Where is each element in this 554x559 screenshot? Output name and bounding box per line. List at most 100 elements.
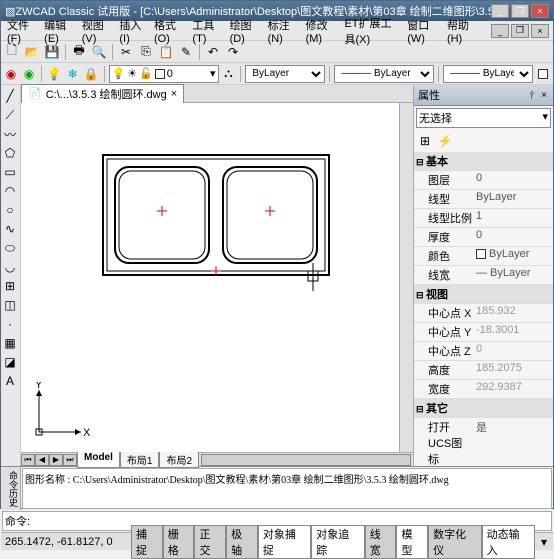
prop-row[interactable]: 打开UCS图标是 [414, 418, 553, 466]
cut-icon[interactable]: ✂ [117, 43, 135, 61]
layer-mgr-icon[interactable]: ◉ [3, 65, 19, 83]
lineweight-select[interactable]: ——— ByLayer [443, 65, 533, 83]
rect-icon[interactable]: ▭ [1, 163, 19, 181]
preview-icon[interactable]: 🔍 [90, 43, 108, 61]
prop-category[interactable]: 视图 [414, 285, 553, 304]
props-tool1-icon[interactable]: ⊞ [416, 132, 434, 150]
undo-icon[interactable]: ↶ [204, 43, 222, 61]
doc-restore-button[interactable]: ❐ [511, 24, 529, 38]
freeze-icon[interactable]: ❄ [65, 65, 81, 83]
tab-layout2[interactable]: 布局2 [159, 451, 199, 468]
menu-help[interactable]: 帮助(H) [445, 17, 475, 45]
prop-row[interactable]: 中心点 Y-18.3001 [414, 323, 553, 342]
prop-row[interactable]: 中心点 Z0 [414, 342, 553, 361]
menu-window[interactable]: 窗口(W) [405, 17, 437, 45]
tab-nav-prev[interactable]: ◀ [35, 454, 49, 466]
draw-toolbar: ╱ ⟋ 〰 ⬠ ▭ ◠ ○ ∿ ⬭ ◡ ⊞ ◫ · ▦ ◪ A [1, 85, 21, 466]
props-pin-icon[interactable]: ⫯ [528, 90, 536, 101]
line-icon[interactable]: ╱ [1, 87, 19, 105]
menu-dim[interactable]: 标注(N) [266, 17, 296, 45]
polygon-icon[interactable]: ⬠ [1, 144, 19, 162]
props-close-icon[interactable]: × [539, 90, 549, 101]
mode-4[interactable]: 对象捕捉 [258, 525, 311, 559]
prop-category[interactable]: 基本 [414, 152, 553, 171]
mode-1[interactable]: 栅格 [163, 525, 195, 559]
circle-icon[interactable]: ○ [1, 201, 19, 219]
pline-icon[interactable]: 〰 [1, 125, 19, 143]
copy-icon[interactable]: ⎘ [137, 43, 155, 61]
scrollbar-vertical[interactable] [399, 103, 413, 452]
layer-select[interactable]: 💡☀🔓0▾ [109, 65, 219, 83]
mode-8[interactable]: 数字化仪 [428, 525, 481, 559]
layer-filter-icon[interactable]: ◉ [21, 65, 37, 83]
menu-format[interactable]: 格式(O) [152, 17, 182, 45]
menu-tools[interactable]: 工具(T) [190, 17, 219, 45]
doc-tab-active[interactable]: 📄 C:\...\3.5.3 绘制圆环.dwg × [21, 84, 184, 104]
scrollbar-horizontal[interactable] [201, 454, 411, 466]
doc-minimize-button[interactable]: _ [491, 24, 509, 38]
hatch-icon[interactable]: ▦ [1, 334, 19, 352]
linetype-select[interactable]: ——— ByLayer [334, 65, 434, 83]
point-icon[interactable]: · [1, 315, 19, 333]
ellipse-arc-icon[interactable]: ◡ [1, 258, 19, 276]
prop-row[interactable]: 高度185.2075 [414, 361, 553, 380]
match-icon[interactable]: ✎ [177, 43, 195, 61]
insert-icon[interactable]: ⊞ [1, 277, 19, 295]
close-button[interactable]: × [531, 4, 549, 18]
bulb-icon[interactable]: 💡 [46, 65, 63, 83]
tab-model[interactable]: Model [77, 451, 120, 468]
color-sw-icon[interactable] [535, 65, 551, 83]
mode-6[interactable]: 线宽 [365, 525, 397, 559]
region-icon[interactable]: ◪ [1, 353, 19, 371]
tab-nav-last[interactable]: ⏭ [63, 454, 77, 466]
arc-icon[interactable]: ◠ [1, 182, 19, 200]
status-menu-icon[interactable]: ▾ [535, 533, 553, 551]
maximize-button[interactable]: ❐ [511, 4, 529, 18]
menu-modify[interactable]: 修改(M) [304, 17, 335, 45]
paste-icon[interactable]: 📋 [157, 43, 175, 61]
mode-3[interactable]: 极轴 [226, 525, 258, 559]
tab-nav-first[interactable]: ⏮ [21, 454, 35, 466]
text-icon[interactable]: A [1, 372, 19, 390]
prop-row[interactable]: 线型ByLayer [414, 190, 553, 209]
mode-0[interactable]: 捕捉 [131, 525, 163, 559]
mode-9[interactable]: 动态输入 [482, 525, 535, 559]
doc-close-button[interactable]: × [531, 24, 549, 38]
ellipse-icon[interactable]: ⬭ [1, 239, 19, 257]
doc-close-icon[interactable]: × [171, 88, 177, 100]
props-tool2-icon[interactable]: ⚡ [436, 132, 454, 150]
drawing-canvas[interactable]: X Y [21, 103, 399, 452]
minimize-button[interactable]: _ [491, 4, 509, 18]
menu-draw[interactable]: 绘图(D) [228, 17, 258, 45]
prop-row[interactable]: 线型比例1 [414, 209, 553, 228]
xline-icon[interactable]: ⟋ [1, 106, 19, 124]
mode-2[interactable]: 正交 [194, 525, 226, 559]
open-icon[interactable]: 📂 [23, 43, 41, 61]
new-icon[interactable]: 🗋 [3, 43, 21, 61]
mode-5[interactable]: 对象追踪 [311, 525, 364, 559]
color-select[interactable]: ByLayer [245, 65, 325, 83]
mode-7[interactable]: 模型 [396, 525, 428, 559]
prop-row[interactable]: 中心点 X185.932 [414, 304, 553, 323]
prop-row[interactable]: 图层0 [414, 171, 553, 190]
menu-insert[interactable]: 插入(I) [117, 17, 144, 45]
prop-row[interactable]: 线宽— ByLayer [414, 266, 553, 285]
save-icon[interactable]: 💾 [43, 43, 61, 61]
print-icon[interactable]: 🖶 [70, 43, 88, 61]
tab-layout1[interactable]: 布局1 [120, 451, 160, 468]
command-history[interactable]: 图形名称 : C:\Users\Administrator\Desktop\图文… [22, 468, 552, 509]
prop-category[interactable]: 其它 [414, 399, 553, 418]
redo-icon[interactable]: ↷ [224, 43, 242, 61]
block-icon[interactable]: ◫ [1, 296, 19, 314]
lock-icon[interactable]: 🔒 [83, 65, 100, 83]
layer-tool-icon[interactable]: ⛬ [221, 65, 237, 83]
menu-et[interactable]: ET扩展工具(X) [342, 15, 397, 47]
tab-nav-next[interactable]: ▶ [49, 454, 63, 466]
prop-row[interactable]: 颜色 ByLayer [414, 247, 553, 266]
cmd-side-label: 命令历史 [1, 467, 21, 510]
menu-edit[interactable]: 编辑(E) [42, 17, 72, 45]
spline-icon[interactable]: ∿ [1, 220, 19, 238]
selection-dropdown[interactable]: 无选择▾ [416, 108, 551, 128]
prop-row[interactable]: 宽度292.9387 [414, 380, 553, 399]
prop-row[interactable]: 厚度0 [414, 228, 553, 247]
